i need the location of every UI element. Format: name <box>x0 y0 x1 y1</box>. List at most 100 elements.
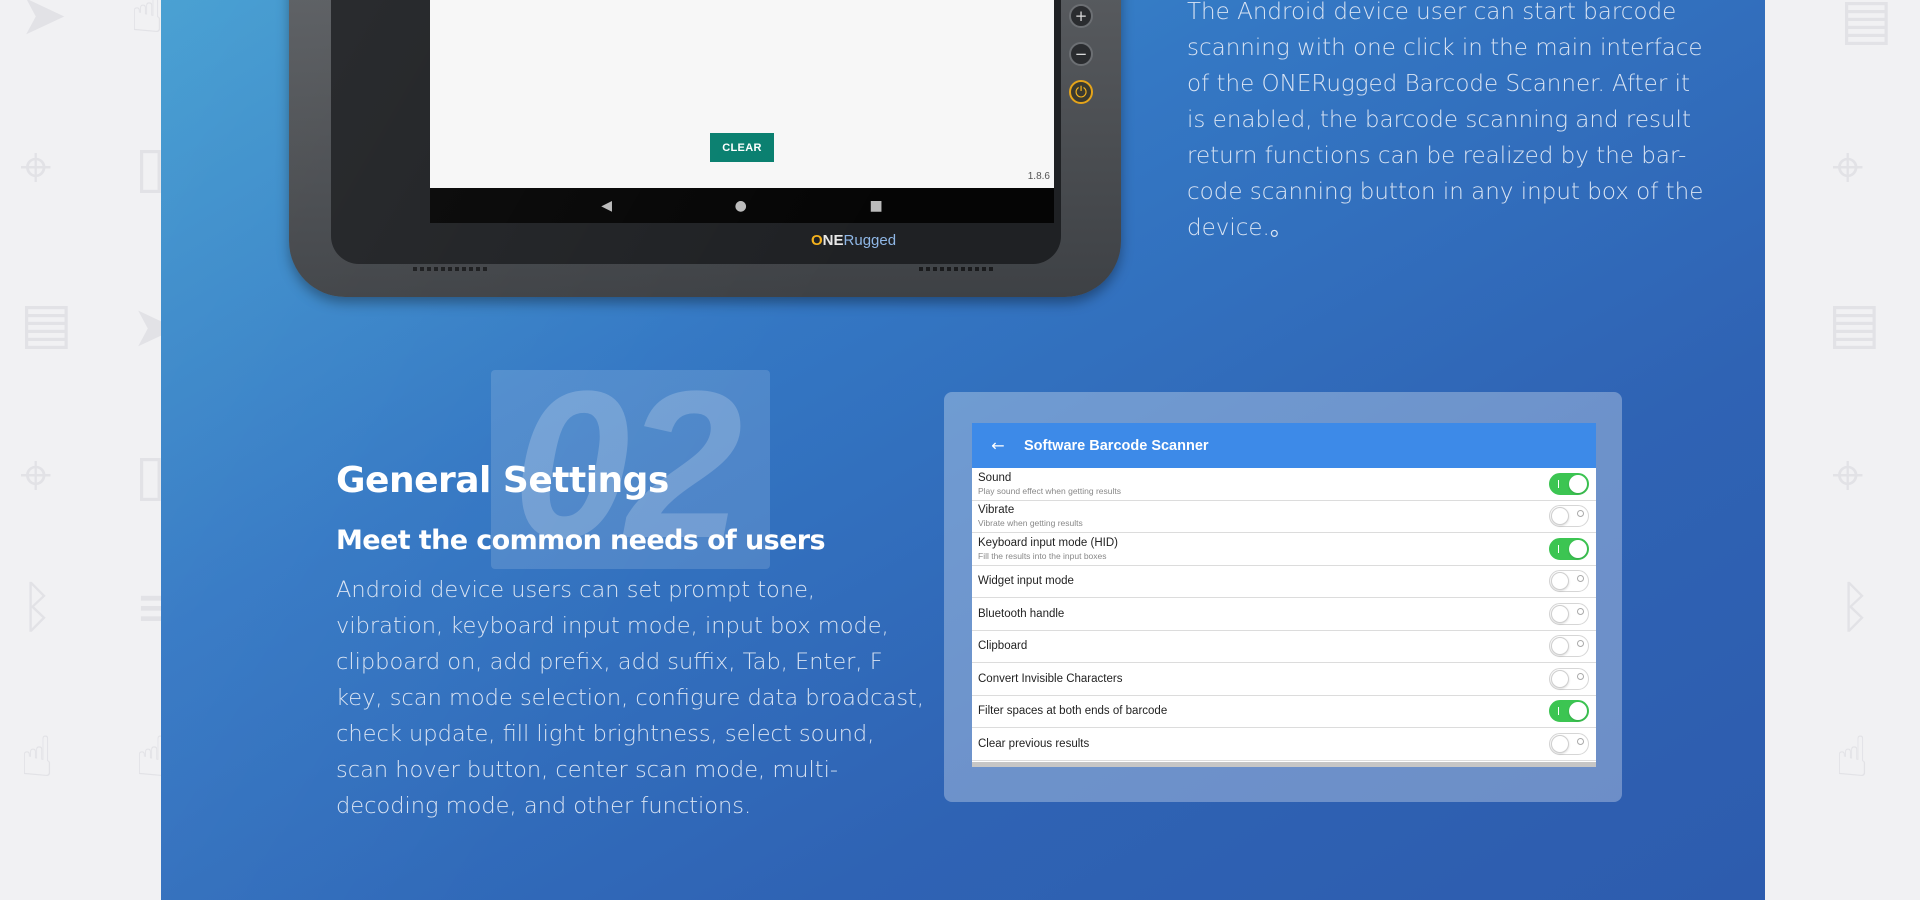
settings-row[interactable]: Bluetooth handle <box>972 598 1596 631</box>
feature-panel: CLEAR 1.8.6 ◀ ● ■ ONERugged + − ⏻ The An… <box>161 0 1765 900</box>
send-icon: ➤ <box>20 0 67 48</box>
app-bar: ← Software Barcode Scanner <box>972 423 1596 468</box>
toggle-state-mark <box>1577 672 1584 680</box>
settings-row-label: Filter spaces at both ends of barcode <box>978 705 1168 718</box>
settings-row-text: Keyboard input mode (HID) Fill the result… <box>978 537 1118 561</box>
section-title: General Settings <box>336 460 669 501</box>
toggle-state-mark <box>1558 707 1559 716</box>
android-nav-bar: ◀ ● ■ <box>430 188 1054 223</box>
settings-row-text: Clear previous results <box>978 738 1089 750</box>
settings-row-label: Widget input mode <box>978 575 1074 588</box>
toggle-knob <box>1551 669 1569 688</box>
battery-icon: ▤ <box>20 291 73 356</box>
settings-row-text: Clipboard <box>978 640 1027 652</box>
back-arrow-icon[interactable]: ← <box>972 436 1024 455</box>
settings-toggle[interactable] <box>1549 472 1589 495</box>
settings-row-label: Vibrate <box>978 504 1015 517</box>
settings-toggle[interactable] <box>1549 732 1589 755</box>
settings-toggle[interactable] <box>1549 505 1589 528</box>
toggle-knob <box>1569 474 1587 493</box>
settings-row-description: Play sound effect when getting results <box>978 485 1122 496</box>
nav-home-icon[interactable]: ● <box>735 198 747 214</box>
toggle-state-mark <box>1577 510 1584 518</box>
toggle-state-mark <box>1558 544 1559 553</box>
logo-ne: NE <box>822 232 844 249</box>
bluetooth-icon: ᛒ <box>1838 575 1872 640</box>
settings-row-label: Bluetooth handle <box>978 607 1065 620</box>
settings-toggle[interactable] <box>1549 700 1589 723</box>
settings-toggle[interactable] <box>1549 635 1589 658</box>
toggle-knob <box>1569 702 1587 721</box>
toggle-state-mark <box>1577 640 1584 648</box>
tablet-bezel: CLEAR 1.8.6 ◀ ● ■ ONERugged <box>331 0 1061 264</box>
settings-list: Sound Play sound effect when getting resu… <box>972 468 1596 761</box>
toggle-state-mark <box>1577 737 1584 745</box>
settings-toggle[interactable] <box>1549 570 1589 593</box>
settings-row[interactable]: Vibrate Vibrate when getting results <box>972 501 1596 533</box>
settings-row-text: Vibrate Vibrate when getting results <box>978 504 1083 528</box>
toggle-knob <box>1569 539 1587 558</box>
location-pin-icon: ⌖ <box>20 135 52 200</box>
nav-recent-icon[interactable]: ■ <box>869 198 882 214</box>
toggle-knob <box>1551 604 1569 623</box>
settings-row-text: Filter spaces at both ends of barcode <box>978 705 1167 717</box>
settings-row-text: Sound Play sound effect when getting resu… <box>978 472 1121 496</box>
settings-toggle[interactable] <box>1549 602 1589 625</box>
settings-row-text: Widget input mode <box>978 575 1074 587</box>
speaker-grille-left <box>413 267 489 271</box>
section-body: Android device users can set prompt tone… <box>336 577 925 819</box>
settings-row-label: Clipboard <box>978 640 1028 653</box>
settings-app: ← Software Barcode Scanner Sound Play sou… <box>972 423 1596 767</box>
settings-row-text: Convert Invisible Characters <box>978 673 1122 685</box>
power-icon: ⏻ <box>1069 80 1093 104</box>
battery-icon: ▤ <box>1840 0 1893 52</box>
settings-screenshot-card: ← Software Barcode Scanner Sound Play sou… <box>944 392 1622 802</box>
toggle-state-mark <box>1577 607 1584 615</box>
settings-toggle[interactable] <box>1549 667 1589 690</box>
intro-paragraph: The Android device user can start barcod… <box>1187 0 1704 241</box>
app-bottom-bar <box>972 762 1596 767</box>
location-pin-icon: ⌖ <box>1832 135 1864 200</box>
app-version: 1.8.6 <box>1027 171 1050 182</box>
settings-row[interactable]: Filter spaces at both ends of barcode <box>972 696 1596 728</box>
logo-rugged: Rugged <box>843 232 897 249</box>
toggle-knob <box>1551 572 1569 591</box>
logo-o: O <box>811 232 823 249</box>
nav-back-icon[interactable]: ◀ <box>601 198 612 214</box>
toggle-state-mark <box>1577 575 1584 583</box>
settings-row-label: Sound <box>978 471 1012 484</box>
location-pin-icon: ⌖ <box>1832 443 1864 508</box>
app-title: Software Barcode Scanner <box>1024 437 1209 454</box>
toggle-knob <box>1551 637 1569 656</box>
bluetooth-icon: ᛒ <box>20 575 54 640</box>
settings-row[interactable]: Sound Play sound effect when getting resu… <box>972 468 1596 501</box>
toggle-knob <box>1551 734 1569 753</box>
tablet-screen: CLEAR 1.8.6 <box>430 0 1054 188</box>
battery-icon: ▤ <box>1828 291 1881 356</box>
settings-row-description: Vibrate when getting results <box>978 518 1083 529</box>
settings-row[interactable]: Clear previous results <box>972 728 1596 761</box>
hand-pointer-icon: ☝ <box>130 0 165 46</box>
settings-row-label: Keyboard input mode (HID) <box>978 536 1118 549</box>
volume-down-icon: − <box>1069 42 1093 66</box>
settings-row-description: Fill the results into the input boxes <box>978 550 1107 561</box>
onerugged-logo: ONERugged <box>811 232 896 249</box>
settings-toggle[interactable] <box>1549 537 1589 560</box>
volume-up-icon: + <box>1069 4 1093 28</box>
location-pin-icon: ⌖ <box>20 443 52 508</box>
settings-row-label: Clear previous results <box>978 737 1090 750</box>
clear-button[interactable]: CLEAR <box>710 133 774 162</box>
settings-row-text: Bluetooth handle <box>978 608 1064 620</box>
settings-row[interactable]: Keyboard input mode (HID) Fill the result… <box>972 533 1596 566</box>
speaker-grille-right <box>919 267 995 271</box>
settings-row-label: Convert Invisible Characters <box>978 672 1123 685</box>
tablet-device-image: CLEAR 1.8.6 ◀ ● ■ ONERugged + − ⏻ <box>289 0 1121 297</box>
settings-row[interactable]: Widget input mode <box>972 566 1596 598</box>
toggle-state-mark <box>1558 479 1559 488</box>
section-subtitle: Meet the common needs of users <box>336 525 826 556</box>
toggle-knob <box>1551 507 1569 526</box>
settings-row[interactable]: Convert Invisible Characters <box>972 663 1596 696</box>
settings-row[interactable]: Clipboard <box>972 631 1596 663</box>
hand-pointer-icon: ☝ <box>1835 725 1870 790</box>
hand-pointer-icon: ☝ <box>20 725 55 790</box>
